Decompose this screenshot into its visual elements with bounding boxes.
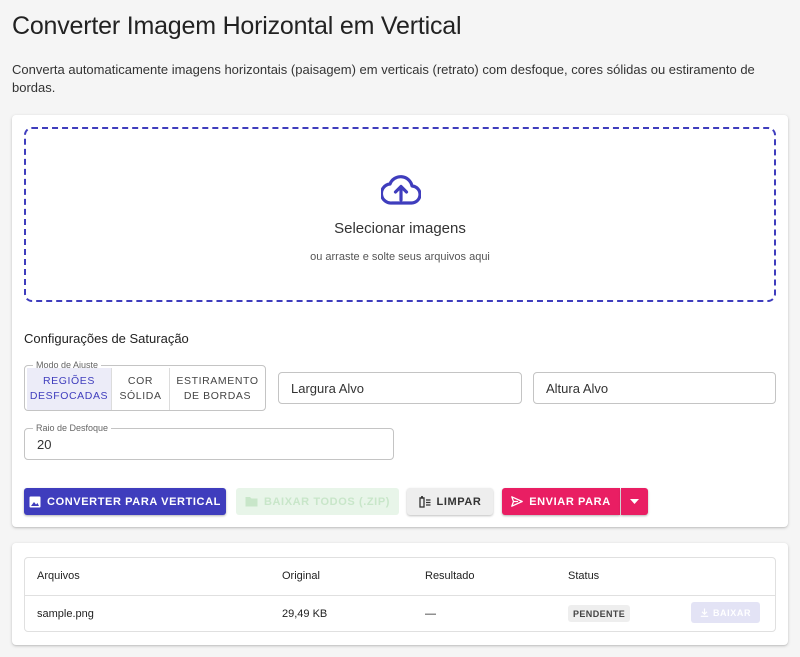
send-to-button[interactable]: Enviar para [502,488,620,515]
clear-button[interactable]: Limpar [407,488,493,515]
folder-zip-icon [245,497,258,507]
settings-title: Configurações de Saturação [24,331,189,346]
mode-option-solid-color[interactable]: Cor Sólida [112,368,170,410]
convert-button-label: Converter para Vertical [47,495,221,508]
image-dropzone[interactable]: Selecionar imagens ou arraste e solte se… [24,127,776,302]
files-table: Arquivos Original Resultado Status sampl… [24,557,776,632]
send-icon [511,496,524,507]
mode-option-label: Regiões [42,375,96,387]
adjust-mode-toggle-group: Modo de Ajuste Regiões Desfocadas Cor Sóli… [24,359,266,411]
target-height-placeholder: Altura Alvo [546,380,609,396]
target-width-placeholder: Largura Alvo [291,380,364,396]
blur-radius-input[interactable]: Raio de Desfoque 20 [24,422,394,460]
column-header-original: Original [282,570,320,582]
column-header-status: Status [568,570,600,582]
mode-option-label: Cor [127,375,154,387]
column-header-result: Resultado [425,570,475,582]
download-icon [700,608,709,617]
caret-down-icon [630,499,639,504]
dropzone-title: Selecionar imagens [334,220,466,237]
mode-option-label: Estiramento [176,375,259,387]
header-divider [25,595,775,596]
download-file-button[interactable]: Baixar [691,602,760,623]
mode-option-label: de Bordas [183,390,252,402]
clear-button-label: Limpar [436,495,482,508]
mode-option-label: Desfocadas [29,390,109,402]
dropzone-subtitle: ou arraste e solte seus arquivos aqui [310,251,490,263]
image-icon [29,496,41,507]
blur-radius-value: 20 [37,436,52,452]
files-card: Arquivos Original Resultado Status sampl… [12,543,788,645]
page-description: Converta automaticamente imagens horizon… [12,62,755,95]
status-badge-label: Pendente [573,608,626,619]
result-cell: — [425,608,436,620]
clear-all-icon [418,495,431,508]
mode-option-edge-stretch[interactable]: Estiramento de Bordas [170,368,265,410]
download-file-label: Baixar [712,607,752,618]
status-badge: Pendente [568,605,631,622]
mode-option-blurred-regions[interactable]: Regiões Desfocadas [27,368,112,410]
converter-card: Selecionar imagens ou arraste e solte se… [12,115,788,527]
download-zip-button[interactable]: Baixar Todos (.ZIP) [236,488,399,515]
target-height-input[interactable]: Altura Alvo [533,372,776,404]
convert-button[interactable]: Converter para Vertical [24,488,226,515]
mode-option-label: Sólida [119,390,162,402]
download-zip-label: Baixar Todos (.ZIP) [263,495,391,508]
send-to-menu-button[interactable] [621,488,648,515]
target-width-input[interactable]: Largura Alvo [278,372,522,404]
cloud-upload-icon [381,175,421,205]
page-title: Converter Imagem Horizontal em Vertical [12,12,462,40]
original-size-cell: 29,49 KB [282,608,328,620]
file-name-cell: sample.png [37,608,94,620]
column-header-files: Arquivos [37,570,80,582]
send-to-label: Enviar para [529,495,611,508]
blur-radius-label: Raio de Desfoque [33,422,112,434]
